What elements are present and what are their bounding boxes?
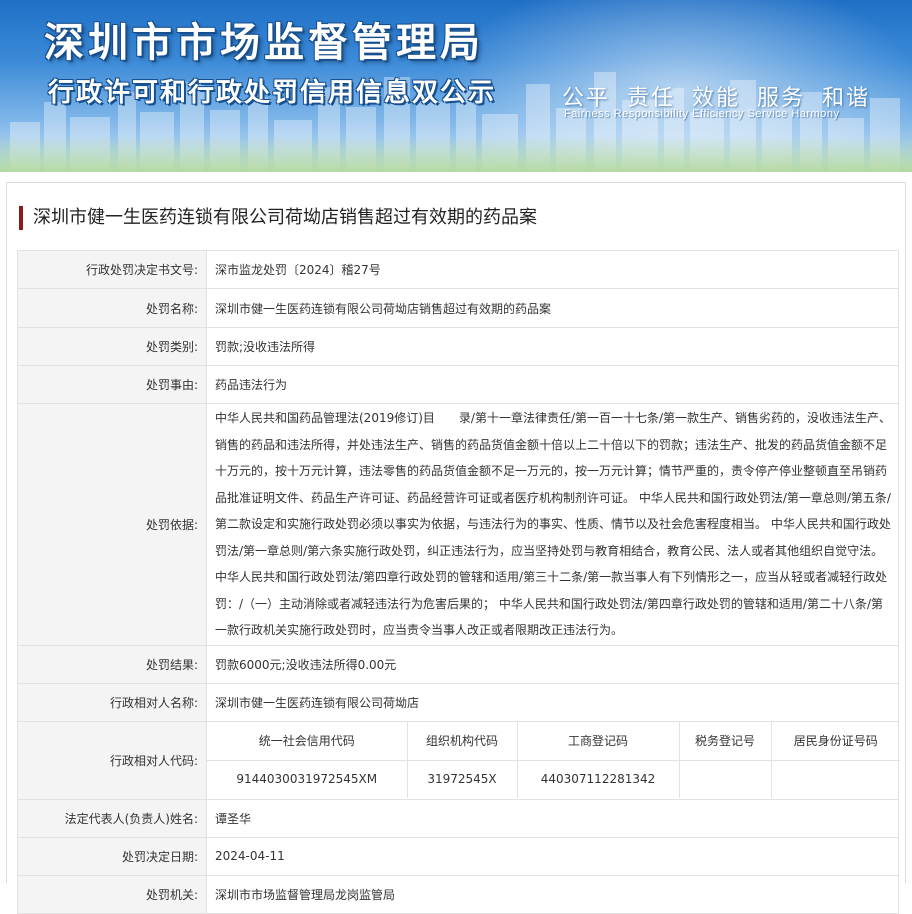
decision-no-label: 行政处罚决定书文号:	[17, 250, 207, 289]
legal-rep-value: 谭圣华	[206, 798, 899, 838]
penalty-result-value: 罚款6000元;没收违法所得0.00元	[206, 644, 899, 684]
table-row: 法定代表人(负责人)姓名: 谭圣华	[17, 798, 899, 838]
slogan-english: Fairness Responsibility Efficiency Servi…	[564, 108, 840, 120]
code-value-business-reg: 440307112281342	[516, 759, 680, 798]
party-code-table: 统一社会信用代码 组织机构代码 工商登记码 税务登记号 居民身份证号码 9144…	[207, 722, 900, 798]
table-row: 行政相对人名称: 深圳市健一生医药连锁有限公司荷坳店	[17, 682, 899, 722]
code-value-tax-reg	[678, 759, 772, 798]
banner-ground	[0, 136, 912, 172]
table-row: 行政相对人代码: 统一社会信用代码 组织机构代码 工商登记码 税务登记号 居民身…	[17, 720, 900, 800]
code-value-id-number	[770, 759, 900, 798]
table-row: 行政处罚决定书文号: 深市监龙处罚〔2024〕稽27号	[17, 250, 899, 289]
table-row: 处罚依据: 中华人民共和国药品管理法(2019修订)目 录/第十一章法律责任/第…	[17, 403, 899, 646]
penalty-name-value: 深圳市健一生医药连锁有限公司荷坳店销售超过有效期的药品案	[206, 288, 899, 328]
decision-date-label: 处罚决定日期:	[17, 836, 207, 876]
legal-rep-label: 法定代表人(负责人)姓名:	[17, 798, 207, 838]
table-row: 处罚决定日期: 2024-04-11	[17, 836, 899, 876]
code-header-tax-reg: 税务登记号	[678, 722, 772, 761]
penalty-result-label: 处罚结果:	[17, 644, 207, 684]
code-header-row: 统一社会信用代码 组织机构代码 工商登记码 税务登记号 居民身份证号码	[207, 722, 900, 761]
case-info-table: 行政处罚决定书文号: 深市监龙处罚〔2024〕稽27号 处罚名称: 深圳市健一生…	[17, 250, 900, 914]
penalty-cause-label: 处罚事由:	[17, 365, 207, 404]
authority-value: 深圳市市场监督管理局龙岗监管局	[206, 874, 899, 914]
penalty-type-label: 处罚类别:	[17, 327, 207, 366]
site-subtitle: 行政许可和行政处罚信用信息双公示	[48, 78, 497, 108]
party-name-label: 行政相对人名称:	[17, 682, 207, 722]
table-row: 处罚名称: 深圳市健一生医药连锁有限公司荷坳店销售超过有效期的药品案	[17, 288, 899, 328]
case-detail-panel: 深圳市健一生医药连锁有限公司荷坳店销售超过有效期的药品案 行政处罚决定书文号: …	[6, 182, 906, 914]
decision-no-value: 深市监龙处罚〔2024〕稽27号	[206, 250, 899, 289]
site-title: 深圳市市场监督管理局	[44, 20, 484, 66]
code-header-business-reg: 工商登记码	[516, 722, 680, 761]
penalty-type-value: 罚款;没收违法所得	[206, 327, 899, 366]
code-value-uscc: 914403003197254​5XM	[207, 759, 408, 798]
party-code-label: 行政相对人代码:	[17, 720, 207, 800]
page-banner: 深圳市市场监督管理局 行政许可和行政处罚信用信息双公示 公平 责任 效能 服务 …	[0, 0, 912, 172]
authority-label: 处罚机关:	[17, 874, 207, 914]
code-header-uscc: 统一社会信用代码	[207, 722, 408, 761]
penalty-basis-label: 处罚依据:	[17, 403, 207, 646]
table-row: 处罚类别: 罚款;没收违法所得	[17, 327, 899, 366]
code-header-id-number: 居民身份证号码	[770, 722, 900, 761]
case-title: 深圳市健一生医药连锁有限公司荷坳店销售超过有效期的药品案	[19, 206, 537, 230]
code-value-row: 914403003197254​5XM 31972545X 4403071122…	[207, 759, 900, 798]
penalty-name-label: 处罚名称:	[17, 288, 207, 328]
decision-date-value: 2024-04-11	[206, 836, 899, 876]
code-header-org-code: 组织机构代码	[406, 722, 518, 761]
party-name-value: 深圳市健一生医药连锁有限公司荷坳店	[206, 682, 899, 722]
penalty-cause-value: 药品违法行为	[206, 365, 899, 404]
table-row: 处罚结果: 罚款6000元;没收违法所得0.00元	[17, 644, 899, 684]
code-value-org-code: 31972545X	[406, 759, 518, 798]
party-code-cell: 统一社会信用代码 组织机构代码 工商登记码 税务登记号 居民身份证号码 9144…	[206, 720, 900, 800]
table-row: 处罚事由: 药品违法行为	[17, 365, 899, 404]
table-row: 处罚机关: 深圳市市场监督管理局龙岗监管局	[17, 874, 899, 914]
penalty-basis-value: 中华人民共和国药品管理法(2019修订)目 录/第十一章法律责任/第一百一十七条…	[206, 403, 899, 646]
